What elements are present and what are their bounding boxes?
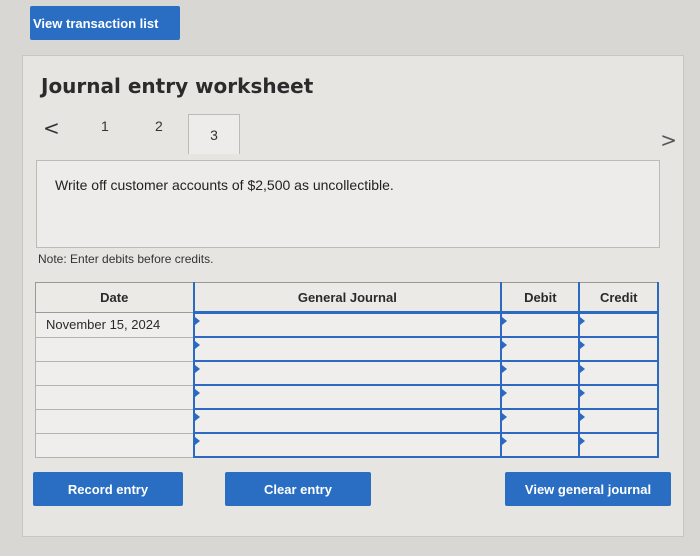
journal-header-row: Date General Journal Debit Credit [35, 282, 659, 314]
credit-input-cell[interactable] [578, 336, 661, 362]
table-row [35, 408, 661, 434]
debit-input-cell[interactable] [500, 408, 583, 434]
credit-input[interactable] [580, 361, 661, 385]
general-journal-header: General Journal [192, 282, 503, 314]
credit-input-cell[interactable] [578, 384, 661, 410]
transaction-description-box: Write off customer accounts of $2,500 as… [36, 160, 660, 248]
debit-header: Debit [500, 282, 581, 314]
record-entry-button[interactable]: Record entry [33, 472, 183, 506]
chevron-left-icon[interactable]: < [43, 116, 60, 140]
date-cell: November 15, 2024 [35, 312, 194, 338]
debit-input[interactable] [502, 385, 583, 409]
credit-input-cell[interactable] [578, 408, 661, 434]
account-input[interactable] [194, 433, 505, 457]
debit-input[interactable] [502, 313, 583, 337]
table-row [35, 336, 661, 362]
debit-input[interactable] [502, 433, 583, 457]
credit-input-cell[interactable] [578, 360, 661, 386]
account-input-cell[interactable] [192, 360, 505, 386]
debit-input[interactable] [502, 361, 583, 385]
tab-2[interactable]: 2 [155, 118, 163, 134]
chevron-right-icon[interactable]: > [660, 128, 677, 152]
credit-input[interactable] [580, 433, 661, 457]
journal-entry-worksheet: Journal entry worksheet < 1 2 3 > Write … [22, 55, 684, 537]
debit-input-cell[interactable] [500, 432, 583, 458]
table-row: November 15, 2024 [35, 311, 661, 338]
date-header: Date [35, 282, 194, 313]
credit-input-cell[interactable] [578, 432, 661, 458]
account-input[interactable] [194, 361, 505, 385]
journal-table: Date General Journal Debit Credit Novemb… [35, 282, 661, 458]
view-transaction-list-button[interactable]: View transaction list [30, 6, 180, 40]
credit-input[interactable] [580, 385, 661, 409]
date-cell [35, 432, 194, 458]
account-input[interactable] [194, 385, 505, 409]
debit-input[interactable] [502, 409, 583, 433]
credit-input[interactable] [580, 409, 661, 433]
tab-3[interactable]: 3 [188, 114, 240, 154]
entry-note: Note: Enter debits before credits. [38, 252, 214, 266]
date-cell [35, 384, 194, 410]
clear-entry-button[interactable]: Clear entry [225, 472, 371, 506]
date-cell [35, 360, 194, 386]
account-input-cell[interactable] [192, 336, 505, 362]
transaction-description: Write off customer accounts of $2,500 as… [55, 177, 394, 193]
credit-input[interactable] [580, 313, 661, 337]
date-cell [35, 408, 194, 434]
date-cell [35, 336, 194, 362]
account-input-cell[interactable] [192, 408, 505, 434]
tab-1[interactable]: 1 [101, 118, 109, 134]
credit-header: Credit [578, 282, 659, 314]
account-input-cell[interactable] [192, 311, 505, 338]
account-input-cell[interactable] [192, 432, 505, 458]
table-row [35, 432, 661, 458]
debit-input-cell[interactable] [500, 311, 583, 338]
debit-input-cell[interactable] [500, 384, 583, 410]
debit-input[interactable] [502, 337, 583, 361]
table-row [35, 384, 661, 410]
account-input[interactable] [194, 337, 505, 361]
credit-input[interactable] [580, 337, 661, 361]
debit-input-cell[interactable] [500, 360, 583, 386]
account-input[interactable] [194, 409, 505, 433]
account-input-cell[interactable] [192, 384, 505, 410]
page-title: Journal entry worksheet [41, 74, 314, 98]
account-input[interactable] [194, 313, 505, 337]
credit-input-cell[interactable] [578, 311, 661, 338]
worksheet-tabs: < 1 2 3 > [37, 114, 677, 156]
table-row [35, 360, 661, 386]
debit-input-cell[interactable] [500, 336, 583, 362]
view-general-journal-button[interactable]: View general journal [505, 472, 671, 506]
